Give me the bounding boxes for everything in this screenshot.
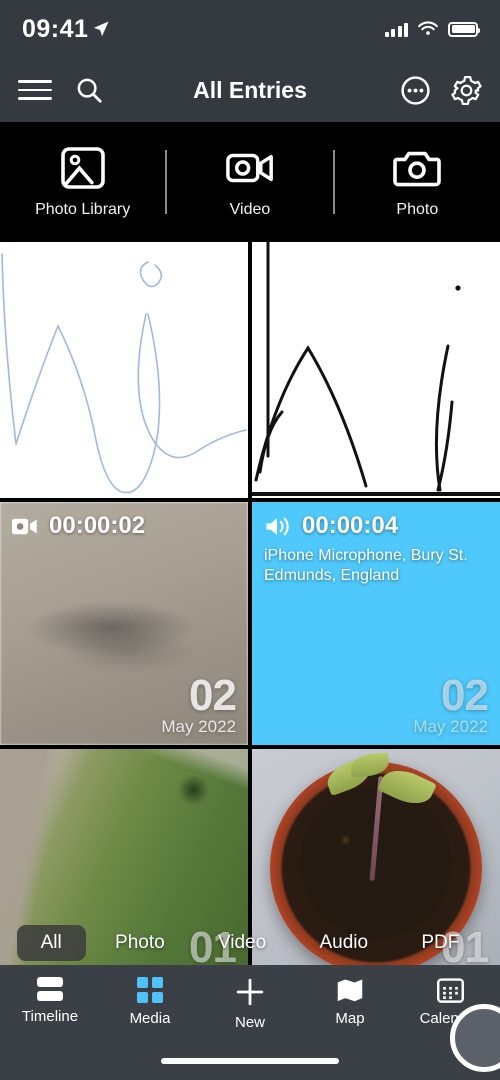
video-overlay: 00:00:02 (12, 512, 236, 540)
navigation-bar: All Entries (0, 58, 500, 122)
filter-all[interactable]: All (16, 925, 86, 961)
tab-map-label: Map (335, 1010, 365, 1027)
tab-new-label: New (234, 1014, 265, 1031)
status-clock: 09:41 (22, 14, 89, 43)
wifi-icon (418, 21, 438, 35)
audio-overlay: 00:00:04 iPhone Microphone, Bury St. Edm… (264, 512, 488, 586)
audio-date-badge: 02 May 2022 (413, 671, 489, 737)
video-duration: 00:00:02 (49, 512, 146, 539)
tab-media[interactable]: Media (100, 977, 200, 1027)
capture-video-label: Video (229, 200, 271, 218)
sketch-strokes-black (252, 242, 500, 498)
video-camera-icon (226, 153, 273, 182)
video-date-badge: 02 May 2022 (161, 671, 237, 737)
video-head: 00:00:02 (12, 512, 236, 540)
capture-photo-label: Photo (396, 200, 439, 218)
tab-bar: Timeline Media New Map Calendar (0, 965, 500, 1080)
capture-photo-library-label: Photo Library (35, 200, 131, 218)
filter-audio[interactable]: Audio (295, 925, 392, 961)
video-entry[interactable]: 00:00:02 02 May 2022 (0, 502, 248, 745)
media-grid-row: 00:00:02 02 May 2022 00:00:04 iPhone Mic… (0, 502, 500, 745)
plus-icon (236, 978, 264, 1006)
capture-photo-library-button[interactable]: Photo Library (0, 122, 165, 242)
home-indicator (161, 1058, 339, 1064)
photo-library-icon (60, 146, 105, 189)
sketch-strokes-blue (0, 242, 248, 498)
tab-new[interactable]: New (200, 977, 300, 1031)
timeline-rows-icon (37, 977, 63, 1001)
filter-pdf[interactable]: PDF (397, 925, 483, 961)
hamburger-menu-icon[interactable] (18, 80, 52, 100)
filter-video[interactable]: Video (194, 925, 290, 961)
app-screen: 09:41 All Entries Photo Library Video Ph… (0, 0, 500, 1080)
audio-subtitle: iPhone Microphone, Bury St. Edmunds, Eng… (264, 547, 468, 584)
audio-duration: 00:00:04 (302, 512, 399, 539)
capture-actions-bar: Photo Library Video Photo (0, 122, 500, 242)
capture-photo-button[interactable]: Photo (335, 122, 500, 242)
tab-timeline[interactable]: Timeline (0, 977, 100, 1025)
camera-icon (393, 151, 442, 186)
filter-photo[interactable]: Photo (91, 925, 189, 961)
audio-head: 00:00:04 (264, 512, 488, 540)
status-bar-right (384, 21, 480, 37)
capture-video-button[interactable]: Video (167, 122, 332, 242)
search-icon[interactable] (74, 75, 104, 105)
audio-date-day: 02 (441, 671, 489, 721)
tab-media-label: Media (129, 1010, 171, 1027)
sketch-entry-blue[interactable] (0, 242, 248, 498)
map-icon (337, 979, 363, 1002)
audio-entry[interactable]: 00:00:04 iPhone Microphone, Bury St. Edm… (252, 502, 500, 745)
status-bar-left: 09:41 (22, 15, 110, 44)
cellular-signal-icon (384, 22, 408, 37)
tab-timeline-label: Timeline (21, 1008, 79, 1025)
audio-date-month-year: May 2022 (413, 717, 488, 736)
media-grid-icon (137, 977, 163, 1003)
speaker-icon (266, 517, 289, 535)
video-date-day: 02 (189, 671, 237, 721)
battery-full-icon (448, 21, 480, 37)
media-grid: 00:00:02 02 May 2022 00:00:04 iPhone Mic… (0, 242, 500, 977)
gear-icon[interactable] (451, 75, 482, 106)
video-date-month-year: May 2022 (161, 717, 236, 736)
status-bar: 09:41 (0, 0, 500, 58)
media-grid-row (0, 242, 500, 498)
media-filter-bar: All Photo Video Audio PDF (0, 921, 500, 965)
nav-left-group (18, 75, 104, 105)
calendar-icon (436, 978, 464, 1003)
tab-map[interactable]: Map (300, 977, 400, 1027)
more-options-icon[interactable] (400, 75, 431, 106)
video-camera-filled-icon (12, 518, 37, 534)
nav-right-group (400, 75, 482, 106)
location-arrow-icon (94, 21, 109, 37)
sketch-entry-black[interactable] (252, 242, 500, 498)
